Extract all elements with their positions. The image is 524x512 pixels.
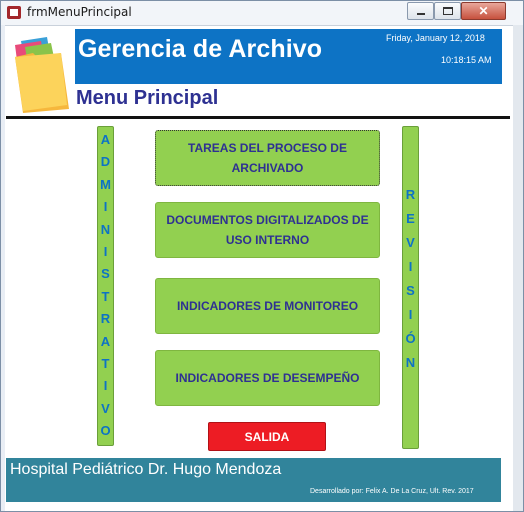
folders-icon xyxy=(15,37,69,113)
bar-letter: A xyxy=(100,333,111,349)
bar-letter: M xyxy=(100,176,111,192)
documentos-digitalizados-button[interactable]: DOCUMENTOS DIGITALIZADOS DE USO INTERNO xyxy=(155,202,380,258)
app-title: Gerencia de Archivo xyxy=(78,35,323,63)
window-title: frmMenuPrincipal xyxy=(27,5,132,19)
menu-title: Menu Principal xyxy=(76,87,219,109)
close-button[interactable]: ✕ xyxy=(461,2,506,20)
title-bar[interactable]: frmMenuPrincipal ✕ xyxy=(1,1,523,25)
bar-letter: Ó xyxy=(405,331,416,346)
hospital-name: Hospital Pediátrico Dr. Hugo Mendoza xyxy=(10,461,282,478)
maximize-button[interactable] xyxy=(434,2,461,20)
header-time: 10:18:15 AM xyxy=(441,55,492,65)
revision-bar[interactable]: REVISIÓN xyxy=(402,126,419,449)
maximize-icon xyxy=(443,7,453,15)
bar-letter: O xyxy=(100,423,111,439)
bar-letter: I xyxy=(408,259,413,274)
header-date: Friday, January 12, 2018 xyxy=(386,33,485,43)
bar-letter: S xyxy=(406,283,415,298)
bar-letter: I xyxy=(103,244,108,259)
header-divider xyxy=(6,116,510,119)
bar-letter: V xyxy=(406,235,415,250)
vertical-scrollbar[interactable] xyxy=(513,25,523,511)
bar-letter: D xyxy=(100,154,111,170)
minimize-button[interactable] xyxy=(407,2,434,20)
bar-letter: V xyxy=(101,400,110,416)
indicadores-desempeno-button[interactable]: INDICADORES DE DESEMPEÑO xyxy=(155,350,380,406)
bar-letter: N xyxy=(100,221,111,237)
bar-letter: R xyxy=(405,187,416,202)
salida-button[interactable]: SALIDA xyxy=(208,422,326,451)
access-app-icon xyxy=(7,6,21,19)
bar-letter: S xyxy=(101,266,110,282)
bar-letter: I xyxy=(103,378,108,394)
bar-letter: A xyxy=(100,132,111,147)
minimize-icon xyxy=(417,13,425,15)
administrativo-bar[interactable]: ADMINISTRATIVO xyxy=(97,126,114,446)
bar-letter: N xyxy=(405,355,416,370)
tareas-proceso-button[interactable]: TAREAS DEL PROCESO DE ARCHIVADO xyxy=(155,130,380,186)
indicadores-monitoreo-button[interactable]: INDICADORES DE MONITOREO xyxy=(155,278,380,334)
bar-letter: T xyxy=(101,356,110,371)
bar-letter: I xyxy=(103,199,108,215)
close-icon: ✕ xyxy=(478,4,489,18)
bar-letter: R xyxy=(100,311,111,327)
developer-credit: Desarrollado por: Felix A. De La Cruz, U… xyxy=(310,488,474,495)
bar-letter: E xyxy=(406,211,415,226)
bar-letter: I xyxy=(408,307,413,322)
bar-letter: T xyxy=(101,288,110,304)
